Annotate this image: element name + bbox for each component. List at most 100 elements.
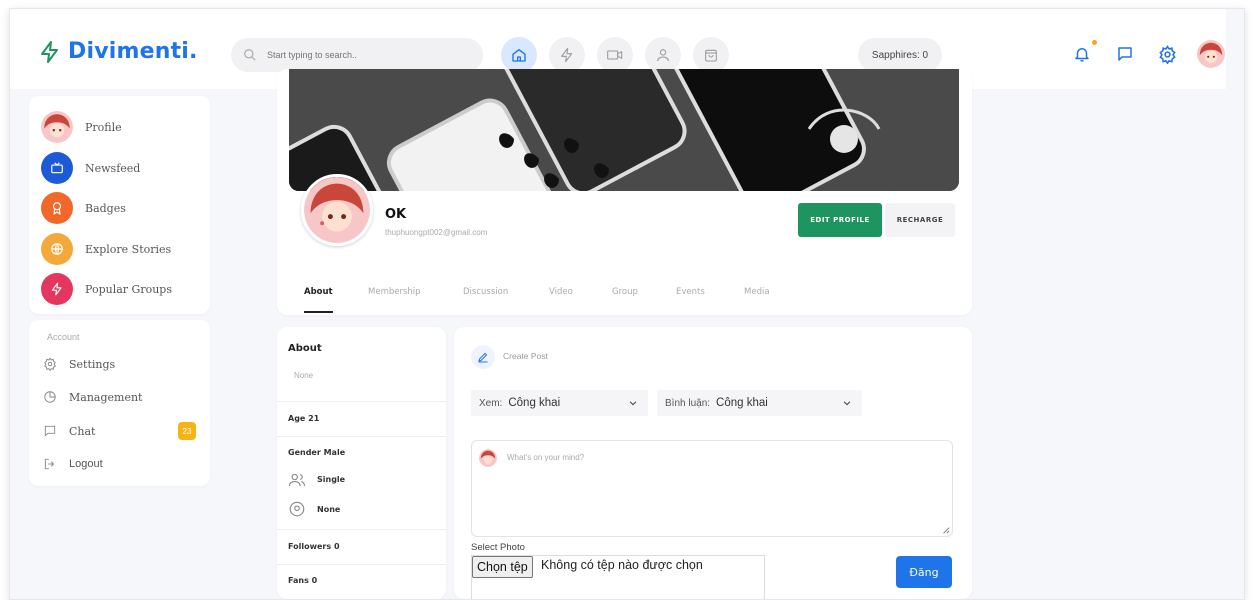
account-item-label: Management [69, 390, 143, 404]
chat-bubble-icon [1118, 47, 1132, 61]
age-label: Age [288, 414, 306, 423]
tab-video[interactable]: Video [549, 287, 573, 297]
header-avatar[interactable] [1197, 40, 1225, 68]
divider [277, 564, 446, 565]
edit-profile-button[interactable]: EDIT PROFILE [798, 203, 882, 237]
account-title: Account [47, 332, 80, 342]
fans-value: 0 [311, 576, 318, 585]
select-photo-label: Select Photo [471, 542, 525, 553]
about-title: About [288, 343, 322, 354]
create-post-label[interactable]: Create Post [503, 351, 548, 361]
nav-bolt-button[interactable] [549, 37, 585, 73]
profile-name: OK [385, 207, 407, 222]
view-value: Công khai [508, 397, 561, 409]
chevron-down-icon [843, 401, 851, 406]
messages-button[interactable] [1114, 43, 1136, 65]
profile-email: thuphuongpt002@gmail.com [385, 228, 488, 237]
choose-file-button[interactable]: Chọn tệp [472, 556, 533, 578]
account-item-management[interactable]: Management [43, 387, 142, 407]
account-item-label: Logout [69, 458, 103, 470]
tab-events[interactable]: Events [676, 287, 705, 297]
badge-icon [41, 192, 73, 224]
fans-label: Fans [288, 576, 309, 585]
post-textarea[interactable]: What's on your mind? [471, 440, 953, 537]
divider [277, 401, 446, 402]
search-icon [244, 49, 256, 61]
fans-row: Fans 0 [288, 576, 317, 585]
logo[interactable]: Divimenti. [38, 39, 198, 64]
avatar-image [1197, 40, 1225, 68]
account-item-chat[interactable]: Chat [43, 421, 95, 441]
chat-bubble-icon [44, 425, 56, 437]
bolt-icon [41, 273, 73, 305]
nav-home-button[interactable] [501, 37, 537, 73]
sidebar-item-explore-stories[interactable]: Explore Stories [41, 232, 171, 266]
search-bar[interactable] [231, 38, 483, 72]
view-label: Xem: [479, 397, 503, 409]
tab-about[interactable]: About [304, 287, 333, 297]
comment-value: Công khai [716, 397, 768, 409]
active-tab-indicator [304, 311, 333, 313]
account-menu: Account Settings Management Chat 23 Logo… [29, 320, 210, 486]
nav-video-button[interactable] [597, 37, 633, 73]
recharge-button[interactable]: RECHARGE [885, 203, 955, 237]
settings-button[interactable] [1156, 43, 1178, 65]
nav-shop-button[interactable] [693, 37, 729, 73]
logo-text: Divimenti. [68, 39, 198, 64]
sidebar-item-label: Badges [85, 201, 126, 215]
chevron-down-icon [629, 401, 637, 406]
profile-banner [289, 69, 959, 191]
tab-membership[interactable]: Membership [368, 287, 421, 297]
resize-handle-icon[interactable] [942, 526, 950, 534]
sidebar-item-newsfeed[interactable]: Newsfeed [41, 151, 140, 185]
followers-label: Followers [288, 542, 332, 551]
gear-icon [44, 357, 56, 371]
sidebar-item-label: Newsfeed [85, 161, 141, 175]
tab-discussion[interactable]: Discussion [463, 287, 508, 297]
account-item-logout[interactable]: Logout [43, 454, 103, 474]
banner-image [289, 69, 959, 191]
tab-media[interactable]: Media [744, 287, 770, 297]
logout-icon [44, 458, 55, 470]
gender-row: Gender Male [288, 448, 345, 457]
profile-card: OK thuphuongpt002@gmail.com EDIT PROFILE… [277, 69, 972, 315]
sidebar-item-popular-groups[interactable]: Popular Groups [41, 272, 172, 306]
comment-privacy-select[interactable]: Bình luận: Công khai [657, 390, 862, 416]
sapphires-badge[interactable]: Sapphires: 0 [858, 38, 942, 72]
submit-post-button[interactable]: Đăng [896, 556, 952, 588]
sidebar-item-profile[interactable]: Profile [41, 110, 122, 144]
chat-count-badge: 23 [178, 422, 196, 440]
gender-value: Male [323, 448, 346, 457]
home-icon [512, 49, 526, 62]
shopping-bag-icon [705, 49, 717, 62]
search-input[interactable] [265, 49, 469, 61]
comment-label: Bình luận: [665, 397, 711, 409]
followers-value: 0 [333, 542, 340, 551]
account-item-settings[interactable]: Settings [43, 354, 115, 374]
notifications-button[interactable] [1071, 43, 1093, 65]
tv-icon [41, 152, 73, 184]
bolt-icon [561, 47, 573, 63]
profile-avatar[interactable] [301, 174, 373, 246]
sidebar-item-label: Profile [85, 120, 122, 134]
age-value: 21 [308, 414, 320, 423]
gear-icon [1158, 44, 1176, 64]
sidebar-item-label: Popular Groups [85, 282, 172, 296]
view-privacy-select[interactable]: Xem: Công khai [471, 390, 648, 416]
pencil-icon[interactable] [471, 345, 495, 369]
file-status: Không có tệp nào được chọn [541, 558, 703, 572]
age-row: Age 21 [288, 414, 319, 423]
file-input[interactable]: Chọn tệp Không có tệp nào được chọn [471, 555, 765, 599]
followers-row: Followers 0 [288, 542, 340, 551]
avatar [479, 449, 497, 467]
create-post-card: Create Post Xem: Công khai Bình luận: Cô… [454, 327, 972, 599]
divider [277, 529, 446, 530]
post-placeholder: What's on your mind? [507, 453, 585, 462]
pie-chart-icon [44, 391, 56, 403]
sidebar-item-badges[interactable]: Badges [41, 191, 126, 225]
tab-group[interactable]: Group [612, 287, 638, 297]
account-item-label: Chat [69, 424, 96, 438]
notification-dot [1092, 40, 1097, 45]
nav-user-button[interactable] [645, 37, 681, 73]
video-icon [607, 50, 623, 60]
